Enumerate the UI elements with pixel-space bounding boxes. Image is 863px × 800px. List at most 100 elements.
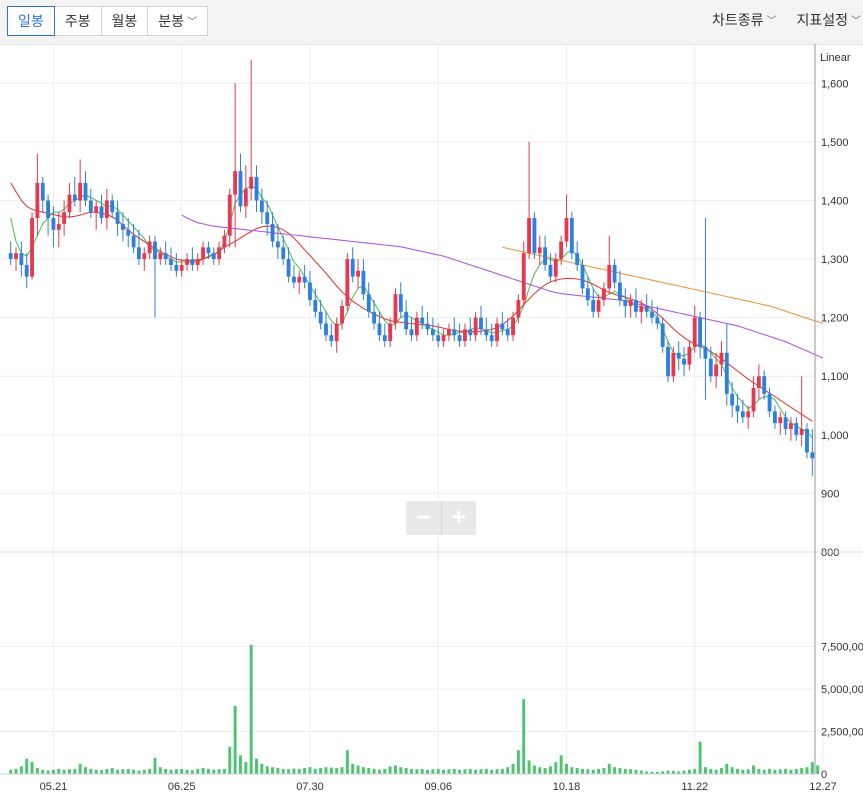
chevron-down-icon: ﹀ [766,16,777,27]
candle-body [682,358,686,365]
candle-body [762,376,767,394]
volume-bar [527,760,531,774]
volume-bar [308,767,312,774]
volume-bar [591,769,595,774]
volume-bar [217,769,221,774]
volume-bar [607,763,611,774]
candle-body [222,235,227,248]
candle-body [142,253,147,260]
moving-average-lines [10,182,824,439]
volume-bar [415,769,419,774]
chart-type-dropdown[interactable]: 차트종류 ﹀ [702,6,787,34]
candle-body [634,300,638,312]
candle-body [500,323,505,330]
candle-body [778,417,783,424]
price-tick-label: 1,100 [821,371,849,383]
volume-bar [25,758,29,774]
candle-body [789,423,793,429]
tab-daily[interactable]: 일봉 [7,6,55,36]
candle-body [72,194,77,201]
volume-bar [709,768,713,774]
volume-bar [255,758,258,774]
volume-bar [121,769,125,774]
volume-bar [51,769,55,774]
candle-body [650,311,654,318]
date-tick-label: 09.06 [424,781,452,793]
candle-body [308,282,312,301]
volume-bar [388,766,392,774]
volume-bar [597,768,601,774]
volume-bar [548,766,552,774]
volume-bar [57,768,61,774]
candle-body [441,335,446,342]
candle-body [388,323,393,342]
indicator-settings-dropdown[interactable]: 지표설정 ﹀ [786,6,863,34]
volume-bar [84,767,87,774]
volume-bar [730,767,734,774]
volume-bar [479,769,483,774]
candle-body [297,276,302,283]
candle-body [687,346,692,365]
candle-body [99,206,104,219]
volume-bar [372,768,376,774]
volume-bar [420,768,424,774]
volume-bar [794,768,798,774]
candle-body [56,223,61,230]
candle-body [40,182,45,201]
candle-body [489,335,494,342]
volume-bar [618,768,622,774]
candle-body [527,218,532,254]
candle-body [270,223,275,242]
candle-body [409,329,414,336]
candle-body [666,346,670,377]
volume-bar [100,770,103,774]
candle-body [19,253,24,265]
candle-body [131,235,136,248]
volume-bar [500,768,504,774]
volume-bar [554,762,558,774]
candle-body [190,259,195,265]
volume-bar [532,765,536,774]
volume-bar [335,768,339,774]
candle-body [591,300,596,312]
date-tick-label: 05.21 [40,781,68,793]
candle-body [179,264,184,271]
volume-bar [67,769,71,774]
candle-body [473,317,478,336]
volume-bar [41,769,45,774]
candle-body [751,387,756,412]
candle-body [772,411,777,424]
candle-body [174,264,179,271]
zoom-in-button[interactable]: + [440,501,477,535]
volume-bar [410,768,413,774]
volume-bar [458,769,462,774]
volume-bar [559,755,563,774]
stock-chart[interactable]: Linear 800 900 1,000 1,100 1,200 1,300 1,400 1,… [0,44,863,800]
volume-bar [239,755,242,774]
candle-body [553,259,558,277]
chart-type-label: 차트종류 [711,12,764,28]
volume-bar [736,768,739,774]
candle-body [120,223,125,230]
tab-monthly[interactable]: 월봉 [102,7,149,35]
volume-bar [538,767,542,774]
candle-body [366,294,371,312]
candle-body [185,259,189,265]
tab-weekly[interactable]: 주봉 [55,7,102,35]
volume-bar [666,770,670,774]
volume-bar [9,769,13,774]
candle-body [281,247,286,260]
volume-bar [816,765,820,774]
price-tick-label: 1,300 [821,254,849,266]
volume-bar [757,768,761,774]
candle-body [505,329,510,336]
scale-type-label[interactable]: Linear [820,52,851,64]
volume-bar [14,768,18,774]
volume-bar [383,768,387,774]
candle-body [329,335,334,342]
indicator-settings-label: 지표설정 [796,12,848,28]
volume-bar [426,769,430,774]
tab-minute[interactable]: 분봉 ﹀ [148,7,207,35]
volume-tick-label: 0 [821,769,827,781]
zoom-out-button[interactable]: − [406,501,441,535]
